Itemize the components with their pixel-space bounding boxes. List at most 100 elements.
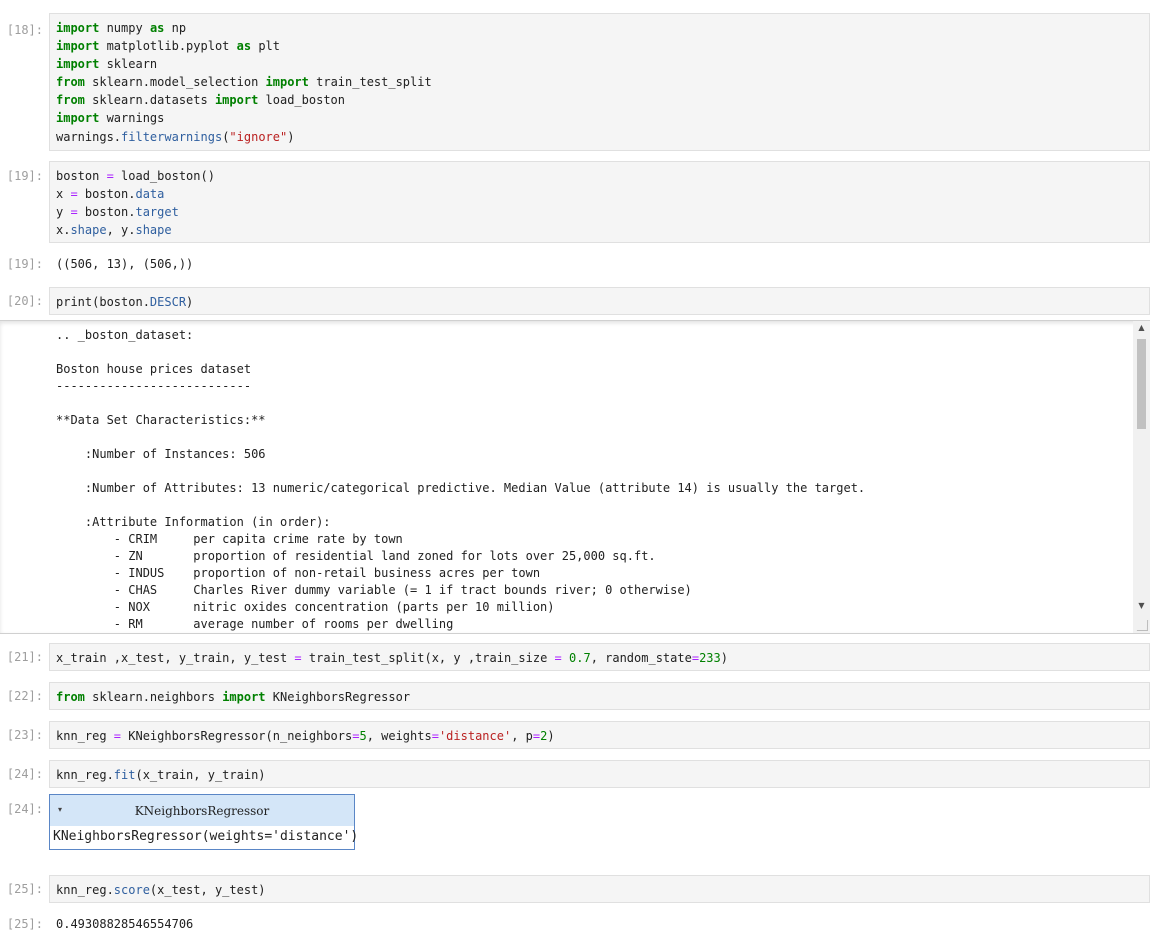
output-prompt: [19]:: [6, 257, 43, 271]
code-token: load_boston(): [113, 169, 215, 183]
code-input[interactable]: boston = load_boston() x = boston.data y…: [49, 161, 1150, 243]
code-token: train_test_split(x, y ,train_size: [301, 651, 555, 665]
code-token: 'distance': [438, 729, 512, 743]
vertical-scrollbar[interactable]: ▲ ▼: [1133, 321, 1150, 633]
code-token: warnings: [99, 111, 165, 126]
code-token: numpy: [99, 21, 150, 35]
code-token: fit: [113, 768, 136, 782]
code-token: ): [186, 295, 194, 309]
output-text: ((506, 13), (506,)): [56, 257, 194, 271]
estimator-repr: KNeighborsRegressor(weights='distance'): [53, 829, 359, 844]
code-token: =: [106, 169, 114, 183]
code-text: print(boston.DESCR): [50, 288, 1149, 311]
code-token: , p: [511, 729, 533, 743]
input-prompt: [20]:: [6, 294, 43, 308]
code-token: =: [294, 651, 302, 665]
scroll-down-icon[interactable]: ▼: [1133, 599, 1150, 613]
code-token: x: [56, 187, 71, 202]
code-input[interactable]: knn_reg = KNeighborsRegressor(n_neighbor…: [49, 721, 1150, 749]
code-token: (x_test, y_test): [149, 883, 266, 897]
code-token: 233: [699, 651, 721, 665]
code-input[interactable]: knn_reg.fit(x_train, y_train): [49, 760, 1150, 788]
code-token: matplotlib.pyplot: [99, 39, 237, 54]
estimator-title: KNeighborsRegressor: [134, 804, 270, 818]
code-token: knn_reg.: [56, 768, 114, 782]
code-token: np: [164, 21, 187, 35]
code-token: ): [287, 129, 295, 144]
code-token: 5: [359, 729, 367, 743]
code-token: import: [222, 690, 266, 704]
code-token: shape: [70, 223, 107, 238]
code-input[interactable]: import numpy as np import matplotlib.pyp…: [49, 13, 1150, 151]
code-token: sklearn.neighbors: [84, 690, 223, 704]
input-prompt: [18]:: [6, 23, 43, 37]
code-token: score: [113, 883, 150, 897]
code-token: boston.: [77, 205, 136, 220]
code-token: =: [691, 651, 700, 665]
code-token: y: [56, 205, 71, 220]
code-token: import: [56, 39, 100, 54]
code-token: , random_state: [590, 651, 692, 665]
code-token: x_train ,x_test, y_train, y_test: [56, 651, 295, 665]
code-text: from sklearn.neighbors import KNeighbors…: [50, 683, 1149, 706]
input-prompt: [24]:: [6, 767, 43, 781]
input-prompt: [22]:: [6, 689, 43, 703]
code-text: knn_reg.score(x_test, y_test): [50, 876, 1149, 899]
input-prompt: [23]:: [6, 728, 43, 742]
input-prompt: [19]:: [6, 169, 43, 183]
code-token: sklearn.datasets: [84, 93, 215, 108]
code-token: from: [56, 93, 85, 108]
code-token: train_test_split: [308, 75, 432, 90]
code-token: 0.7: [569, 651, 591, 665]
code-token: boston.: [77, 187, 136, 202]
code-token: import: [56, 21, 100, 35]
estimator-widget-header[interactable]: ▾ KNeighborsRegressor: [50, 795, 354, 826]
code-token: ): [720, 651, 728, 665]
code-input[interactable]: print(boston.DESCR): [49, 287, 1150, 315]
code-token: target: [135, 205, 179, 220]
code-token: as: [236, 39, 252, 54]
code-token: =: [70, 205, 78, 220]
code-token: =: [431, 729, 439, 743]
scroll-thumb[interactable]: [1137, 339, 1146, 429]
output-text: 0.49308828546554706: [56, 917, 194, 931]
estimator-widget[interactable]: ▾ KNeighborsRegressor KNeighborsRegresso…: [49, 794, 359, 850]
code-token: sklearn: [99, 57, 158, 72]
code-token: ): [547, 729, 555, 743]
code-token: (x_train, y_train): [135, 768, 266, 782]
output-prompt: [24]:: [6, 802, 43, 816]
code-token: shape: [135, 223, 172, 238]
code-input[interactable]: from sklearn.neighbors import KNeighbors…: [49, 682, 1150, 710]
code-token: "ignore": [229, 129, 288, 144]
code-token: x.: [56, 223, 71, 238]
code-token: from: [56, 75, 85, 90]
code-text: x_train ,x_test, y_train, y_test = train…: [50, 644, 1149, 667]
input-prompt: [21]:: [6, 650, 43, 664]
code-text: import numpy as np import matplotlib.pyp…: [50, 14, 1149, 146]
code-token: , y.: [106, 223, 136, 238]
code-input[interactable]: x_train ,x_test, y_train, y_test = train…: [49, 643, 1150, 671]
code-token: data: [135, 187, 165, 202]
code-token: as: [149, 21, 165, 35]
code-token: plt: [251, 39, 280, 54]
description-output: .. _boston_dataset: Boston house prices …: [56, 328, 866, 631]
code-token: warnings.: [56, 129, 122, 144]
code-token: filterwarnings: [121, 129, 223, 144]
code-token: sklearn.model_selection: [84, 75, 266, 90]
code-input[interactable]: knn_reg.score(x_test, y_test): [49, 875, 1150, 903]
code-token: knn_reg.: [56, 883, 114, 897]
scrolled-output[interactable]: .. _boston_dataset: Boston house prices …: [0, 320, 1150, 634]
scroll-up-icon[interactable]: ▲: [1133, 321, 1150, 335]
code-token: , weights: [366, 729, 432, 743]
code-token: import: [265, 75, 309, 90]
code-token: import: [56, 111, 100, 126]
code-token: load_boston: [258, 93, 346, 108]
output-prompt: [25]:: [6, 917, 43, 931]
code-token: boston: [56, 169, 107, 183]
code-token: =: [554, 651, 562, 665]
resize-grip-icon[interactable]: [1136, 620, 1149, 631]
code-token: KNeighborsRegressor: [265, 690, 411, 704]
code-token: knn_reg: [56, 729, 114, 743]
code-text: boston = load_boston() x = boston.data y…: [50, 162, 1149, 239]
code-token: import: [56, 57, 100, 72]
